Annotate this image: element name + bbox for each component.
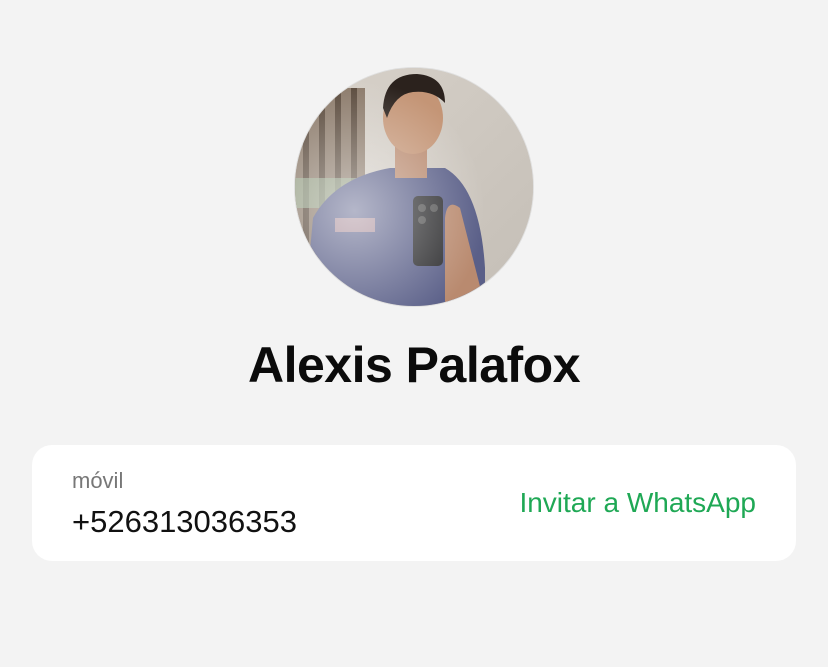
- contact-name: Alexis Palafox: [247, 337, 581, 393]
- phone-number[interactable]: +526313036353: [72, 503, 297, 541]
- phone-type-label: móvil: [72, 468, 124, 493]
- phone-card: móvil +526313036353 Invitar a WhatsApp: [32, 445, 796, 561]
- contact-avatar[interactable]: [295, 68, 533, 306]
- invite-to-whatsapp-button[interactable]: Invitar a WhatsApp: [519, 485, 756, 521]
- profile-photo-icon: [295, 68, 533, 306]
